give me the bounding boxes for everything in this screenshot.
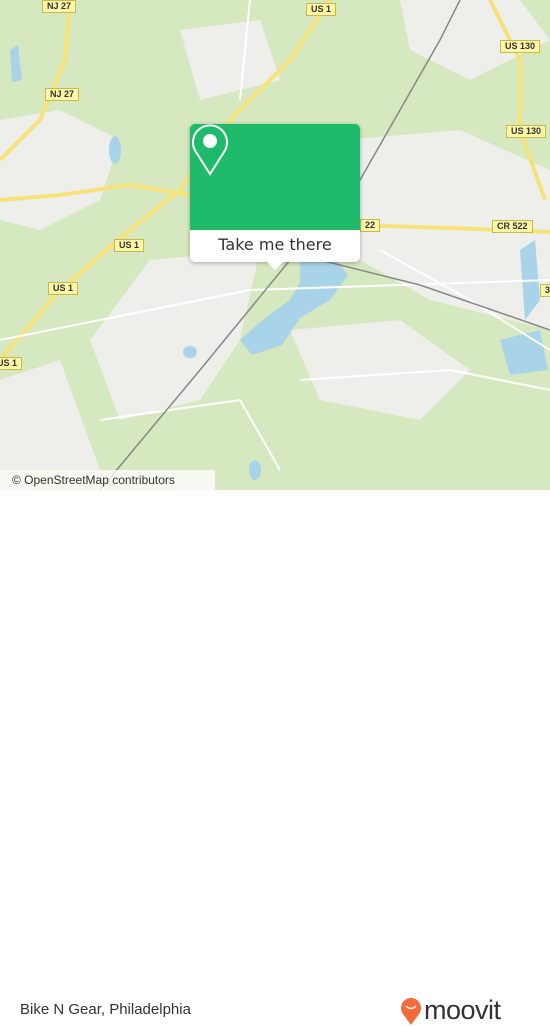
- road-shield: NJ 27: [45, 88, 80, 101]
- road-shield: CR 522: [492, 220, 533, 233]
- road-shield: 22: [360, 219, 381, 232]
- moovit-pin-icon: [401, 997, 421, 1025]
- place-name: Bike N Gear, Philadelphia: [20, 1001, 191, 1018]
- logo-text: moovit: [424, 995, 501, 1025]
- road-shield: US 1: [306, 3, 337, 16]
- road-shield: NJ 27: [42, 0, 77, 13]
- road-shield: US 1: [114, 239, 145, 252]
- popup-header: [190, 124, 360, 230]
- location-pin-icon: [192, 124, 228, 176]
- map[interactable]: NJ 27 US 1 US 130 NJ 27 US 130 US 1 US 1…: [0, 0, 550, 490]
- map-attribution[interactable]: © OpenStreetMap contributors: [0, 470, 215, 490]
- road-shield: US 130: [500, 40, 541, 53]
- footer: Bike N Gear, Philadelphia moovit: [0, 490, 550, 1025]
- road-shield: US 1: [48, 282, 79, 295]
- popup-tail: [267, 262, 283, 270]
- moovit-logo[interactable]: moovit: [400, 995, 501, 1026]
- destination-popup: Take me there: [190, 124, 360, 270]
- road-shield: 30: [540, 284, 550, 297]
- road-shield: US 130: [506, 125, 547, 138]
- take-me-there-button[interactable]: Take me there: [190, 230, 360, 262]
- road-shield: US 1: [0, 357, 23, 370]
